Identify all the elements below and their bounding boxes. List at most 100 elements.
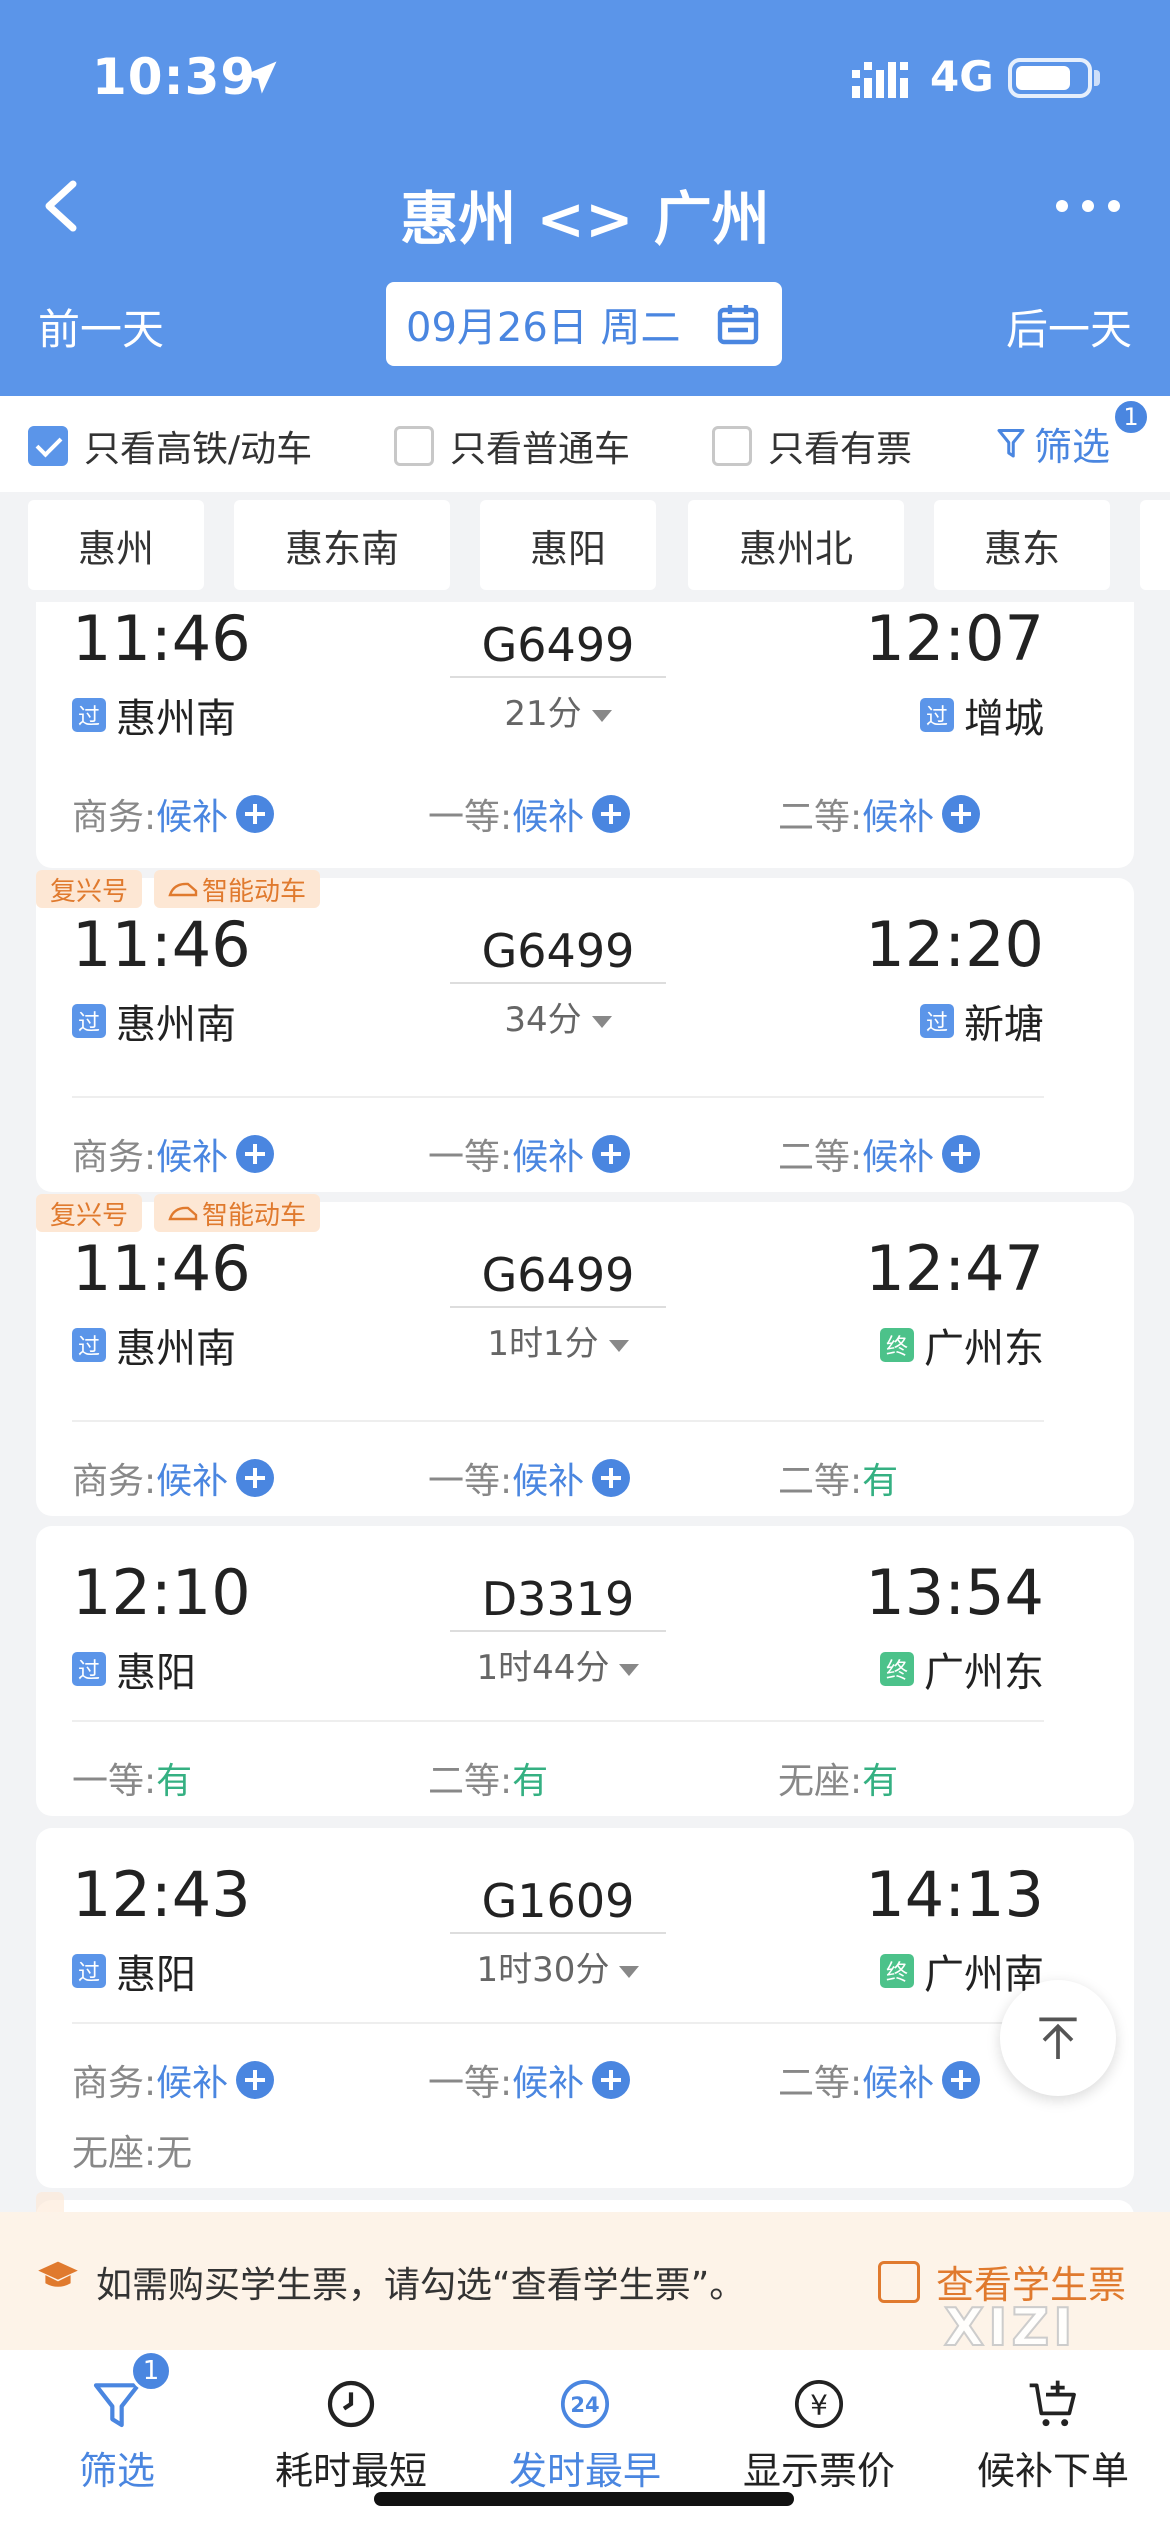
pass-station-icon: 过 xyxy=(920,1004,954,1038)
duration-toggle[interactable]: 1时1分 xyxy=(450,1316,666,1365)
station-chip[interactable]: 惠东南 xyxy=(234,500,450,590)
add-waitlist-icon[interactable] xyxy=(592,1135,631,1173)
checkbox-icon xyxy=(394,426,434,466)
seat-business[interactable]: 商务: 候补 xyxy=(72,1452,275,1504)
station-chip[interactable]: 惠东 xyxy=(934,500,1110,590)
duration-toggle[interactable]: 1时44分 xyxy=(450,1640,666,1689)
arrival-station: 过增城 xyxy=(920,686,1044,744)
seat-second-class[interactable]: 二等: 候补 xyxy=(778,1128,981,1180)
add-waitlist-icon[interactable] xyxy=(592,2061,631,2099)
duration-toggle[interactable]: 21分 xyxy=(450,686,666,735)
pass-station-icon: 过 xyxy=(72,1328,106,1362)
battery-icon xyxy=(1008,58,1092,98)
departure-time: 12:10 xyxy=(72,1556,251,1629)
departure-time: 11:46 xyxy=(72,1232,251,1305)
more-icon[interactable] xyxy=(1056,200,1120,212)
24h-icon: 24 xyxy=(560,2379,610,2429)
tab-filter[interactable]: 筛选 xyxy=(0,2376,234,2495)
arrival-time: 12:47 xyxy=(865,1232,1044,1305)
station-chip[interactable]: 惠阳 xyxy=(480,500,656,590)
departure-time: 12:43 xyxy=(72,1858,251,1931)
seat-business[interactable]: 商务: 候补 xyxy=(72,1128,275,1180)
seat-second-class[interactable]: 二等: 有 xyxy=(778,1452,898,1504)
add-waitlist-icon[interactable] xyxy=(942,1135,981,1173)
tab-waitlist-order[interactable]: 候补下单 xyxy=(936,2376,1170,2495)
add-waitlist-icon[interactable] xyxy=(236,795,275,833)
train-card[interactable]: 11:46 G6499 12:07 过惠州南 21分 过增城 商务: 候补 一等:… xyxy=(36,602,1134,868)
train-number[interactable]: G6499 xyxy=(450,924,666,984)
arrival-time: 12:20 xyxy=(865,908,1044,981)
train-number[interactable]: G6499 xyxy=(450,618,666,678)
seat-business[interactable]: 商务: 候补 xyxy=(72,2054,275,2106)
seat-first-class[interactable]: 一等: 有 xyxy=(72,1752,192,1804)
duration-toggle[interactable]: 1时30分 xyxy=(450,1942,666,1991)
date-label: 09月26日 周二 xyxy=(406,305,681,351)
seat-no-seat[interactable]: 无座: 无 xyxy=(72,2124,192,2176)
arrival-time: 14:13 xyxy=(865,1858,1044,1931)
student-hint: 如需购买学生票，请勾选“查看学生票”。 xyxy=(96,2265,746,2306)
home-indicator xyxy=(374,2492,794,2506)
pass-station-icon: 过 xyxy=(72,1652,106,1686)
cart-add-icon xyxy=(1029,2380,1076,2427)
seat-first-class[interactable]: 一等: 候补 xyxy=(428,1452,631,1504)
seat-first-class[interactable]: 一等: 候补 xyxy=(428,1128,631,1180)
train-number[interactable]: G6499 xyxy=(450,1248,666,1308)
arrow-up-icon xyxy=(1039,2017,1077,2059)
seat-first-class[interactable]: 一等: 候补 xyxy=(428,788,631,840)
smart-emu-tag: 智能动车 xyxy=(154,870,321,908)
train-number[interactable]: D3319 xyxy=(450,1572,666,1632)
back-to-top-button[interactable] xyxy=(1000,1980,1116,2096)
tab-shortest-duration[interactable]: 耗时最短 xyxy=(234,2376,468,2495)
duration-toggle[interactable]: 34分 xyxy=(450,992,666,1041)
train-card[interactable]: 12:10 D3319 13:54 过惠阳 1时44分 终广州东 一等: 有 二等… xyxy=(36,1526,1134,1816)
seat-second-class[interactable]: 二等: 有 xyxy=(428,1752,548,1804)
tab-earliest-departure[interactable]: 24 发时最早 xyxy=(468,2376,702,2495)
terminal-station-icon: 终 xyxy=(880,1954,914,1988)
smart-emu-tag: 智能动车 xyxy=(154,1194,321,1232)
station-chip[interactable]: 惠州 xyxy=(28,500,204,590)
high-speed-checkbox[interactable]: 只看高铁/动车 xyxy=(28,420,312,472)
filter-button[interactable]: 筛选 xyxy=(996,416,1110,471)
train-icon xyxy=(168,882,198,897)
svg-text:¥: ¥ xyxy=(810,2389,828,2422)
svg-text:24: 24 xyxy=(570,2393,599,2417)
seat-first-class[interactable]: 一等: 候补 xyxy=(428,2054,631,2106)
normal-train-checkbox[interactable]: 只看普通车 xyxy=(394,420,630,472)
add-waitlist-icon[interactable] xyxy=(592,1459,631,1497)
tab-show-price[interactable]: ¥ 显示票价 xyxy=(702,2376,936,2495)
filter-row: 只看高铁/动车 只看普通车 只看有票 筛选 1 xyxy=(0,396,1170,492)
terminal-station-icon: 终 xyxy=(880,1652,914,1686)
add-waitlist-icon[interactable] xyxy=(942,2061,981,2099)
add-waitlist-icon[interactable] xyxy=(236,2061,275,2099)
add-waitlist-icon[interactable] xyxy=(236,1135,275,1173)
add-waitlist-icon[interactable] xyxy=(592,795,631,833)
add-waitlist-icon[interactable] xyxy=(942,795,981,833)
seat-second-class[interactable]: 二等: 候补 xyxy=(778,2054,981,2106)
yuan-icon: ¥ xyxy=(794,2379,844,2429)
filter-tab-badge: 1 xyxy=(130,2350,172,2392)
train-card[interactable]: 12:43 G1609 14:13 过惠阳 1时30分 终广州南 商务: 候补 一… xyxy=(36,1828,1134,2188)
funnel-icon xyxy=(997,428,1025,457)
train-number[interactable]: G1609 xyxy=(450,1874,666,1934)
train-card[interactable]: 复兴号 智能动车 11:46 G6499 12:47 过惠州南 1时1分 终广州… xyxy=(36,1194,1134,1516)
train-card[interactable]: 复兴号 智能动车 11:46 G6499 12:20 过惠州南 34分 过新塘 … xyxy=(36,870,1134,1192)
seat-second-class[interactable]: 二等: 候补 xyxy=(778,788,981,840)
nav-bar: 惠州 <> 广州 xyxy=(0,160,1170,253)
train-icon xyxy=(168,1206,198,1221)
arrival-time: 13:54 xyxy=(865,1556,1044,1629)
filter-count-badge: 1 xyxy=(1112,398,1150,436)
departure-station: 过惠阳 xyxy=(72,1942,196,2000)
status-time: 10:39 xyxy=(92,48,257,106)
seat-business[interactable]: 商务: 候补 xyxy=(72,788,275,840)
available-only-checkbox[interactable]: 只看有票 xyxy=(712,420,912,472)
seat-no-seat[interactable]: 无座: 有 xyxy=(778,1752,898,1804)
pass-station-icon: 过 xyxy=(72,698,106,732)
add-waitlist-icon[interactable] xyxy=(236,1459,275,1497)
pass-station-icon: 过 xyxy=(920,698,954,732)
station-chip[interactable]: 惠州北 xyxy=(688,500,904,590)
prev-day-button[interactable]: 前一天 xyxy=(38,296,164,357)
date-picker[interactable]: 09月26日 周二 xyxy=(386,282,782,366)
next-day-button[interactable]: 后一天 xyxy=(1006,296,1132,357)
departure-station: 过惠州南 xyxy=(72,1316,236,1374)
train-list[interactable]: 11:46 G6499 12:07 过惠州南 21分 过增城 商务: 候补 一等:… xyxy=(0,602,1170,2212)
